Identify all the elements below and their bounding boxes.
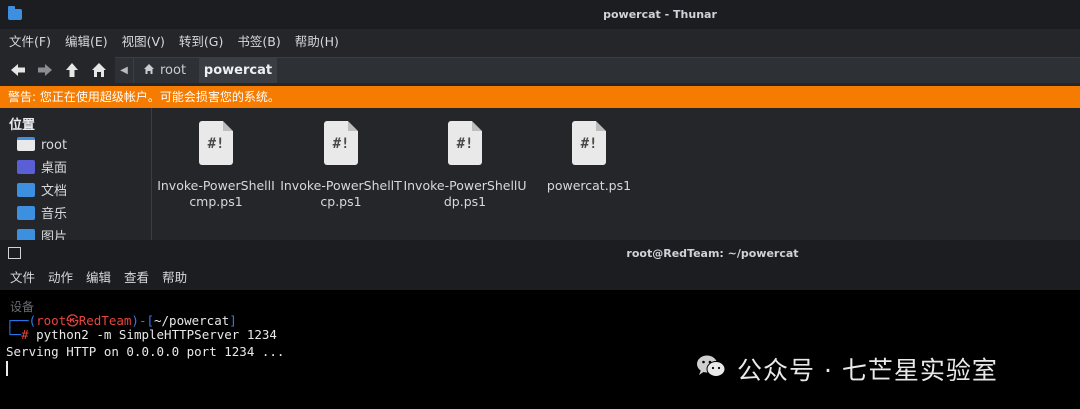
prompt-host: RedTeam [78, 313, 132, 328]
terminal-menu-view[interactable]: 查看 [124, 266, 149, 290]
sidebar-item-label: 文档 [41, 184, 68, 199]
breadcrumb-root-label: root [160, 63, 187, 78]
menu-view[interactable]: 视图(V) [122, 29, 165, 55]
terminal-menubar: 文件 动作 编辑 查看 帮助 [0, 266, 1080, 290]
breadcrumb-current[interactable]: powercat [199, 58, 277, 83]
sidebar-item-label: 音乐 [41, 207, 68, 222]
script-file-icon: #! [572, 121, 606, 165]
file-name: Invoke-PowerShellIcmp.ps1 [157, 178, 275, 209]
forward-arrow-icon[interactable] [36, 61, 54, 79]
home-icon [143, 59, 155, 74]
menu-bookmarks[interactable]: 书签(B) [237, 29, 280, 55]
menu-edit[interactable]: 编辑(E) [65, 29, 108, 55]
sidebar-item-label: 图片 [41, 230, 68, 240]
sidebar-item-label: root [41, 138, 68, 153]
script-glyph: #! [456, 136, 474, 152]
script-file-icon: #! [199, 121, 233, 165]
text-cursor [6, 361, 8, 376]
command-text: python2 -m SimpleHTTPServer 1234 [36, 327, 277, 342]
pictures-folder-icon [17, 229, 35, 240]
script-glyph: #! [580, 136, 598, 152]
root-warning-banner: 警告: 您正在使用超级帐户。可能会损害您的系统。 [0, 86, 1080, 108]
terminal-menu-file[interactable]: 文件 [10, 266, 35, 290]
file-item[interactable]: #! Invoke-PowerShellIcmp.ps1 [154, 118, 278, 210]
script-file-icon: #! [324, 121, 358, 165]
file-name: Invoke-PowerShellTcp.ps1 [280, 178, 402, 209]
menubar: 文件(F) 编辑(E) 视图(V) 转到(G) 书签(B) 帮助(H) [0, 29, 1080, 55]
server-output: Serving HTTP on 0.0.0.0 port 1234 ... [6, 344, 285, 359]
command-line: └─# python2 -m SimpleHTTPServer 1234 [6, 327, 277, 342]
script-file-icon: #! [448, 121, 482, 165]
home-icon[interactable] [90, 61, 108, 79]
thunar-titlebar[interactable]: powercat - Thunar [0, 0, 1080, 29]
location-bar: ◀ root powercat [115, 57, 1080, 83]
window-title: powercat - Thunar [603, 8, 717, 21]
sidebar-item-music[interactable]: 音乐 [17, 205, 67, 225]
sidebar-title: 位置 [9, 118, 36, 133]
terminal-menu-actions[interactable]: 动作 [48, 266, 73, 290]
chevron-left-icon[interactable]: ◀ [115, 58, 134, 83]
script-glyph: #! [207, 136, 225, 152]
file-name: powercat.ps1 [546, 178, 632, 193]
terminal-title: root@RedTeam: ~/powercat [626, 247, 799, 260]
sidebar: 位置 root 桌面 文档 音乐 图片 [0, 108, 152, 240]
up-arrow-icon[interactable] [63, 61, 81, 79]
prompt-path: ~/powercat [154, 313, 230, 328]
menu-help[interactable]: 帮助(H) [295, 29, 339, 55]
file-item[interactable]: #! Invoke-PowerShellTcp.ps1 [279, 118, 403, 210]
sidebar-item-pictures[interactable]: 图片 [17, 228, 67, 240]
prompt-user: root [36, 313, 67, 328]
file-name: Invoke-PowerShellUdp.ps1 [403, 178, 527, 209]
file-item[interactable]: #! Invoke-PowerShellUdp.ps1 [403, 118, 527, 210]
sidebar-item-root[interactable]: root [17, 136, 67, 156]
watermark-text: 公众号 · 七芒星实验室 [737, 356, 998, 385]
breadcrumb-root[interactable]: root [143, 58, 186, 83]
back-arrow-icon[interactable] [9, 61, 27, 79]
sidebar-item-label: 桌面 [41, 161, 68, 176]
documents-folder-icon [17, 183, 35, 197]
menu-file[interactable]: 文件(F) [9, 29, 51, 55]
terminal-menu-help[interactable]: 帮助 [162, 266, 187, 290]
home-folder-icon [17, 137, 35, 151]
sidebar-item-desktop[interactable]: 桌面 [17, 159, 67, 179]
script-glyph: #! [332, 136, 350, 152]
terminal-menu-edit[interactable]: 编辑 [86, 266, 111, 290]
terminal-titlebar[interactable]: root@RedTeam: ~/powercat [0, 240, 1080, 266]
wechat-icon [696, 354, 726, 379]
file-item[interactable]: #! powercat.ps1 [527, 118, 651, 194]
thunar-window: powercat - Thunar 文件(F) 编辑(E) 视图(V) 转到(G) 书签… [0, 0, 1080, 240]
watermark: 公众号 · 七芒星实验室 [685, 343, 1075, 391]
desktop-folder-icon [17, 160, 35, 174]
file-view: #! Invoke-PowerShellIcmp.ps1 #! Invoke-P… [152, 108, 1080, 240]
music-folder-icon [17, 206, 35, 220]
sidebar-item-documents[interactable]: 文档 [17, 182, 67, 202]
menu-go[interactable]: 转到(G) [179, 29, 223, 55]
